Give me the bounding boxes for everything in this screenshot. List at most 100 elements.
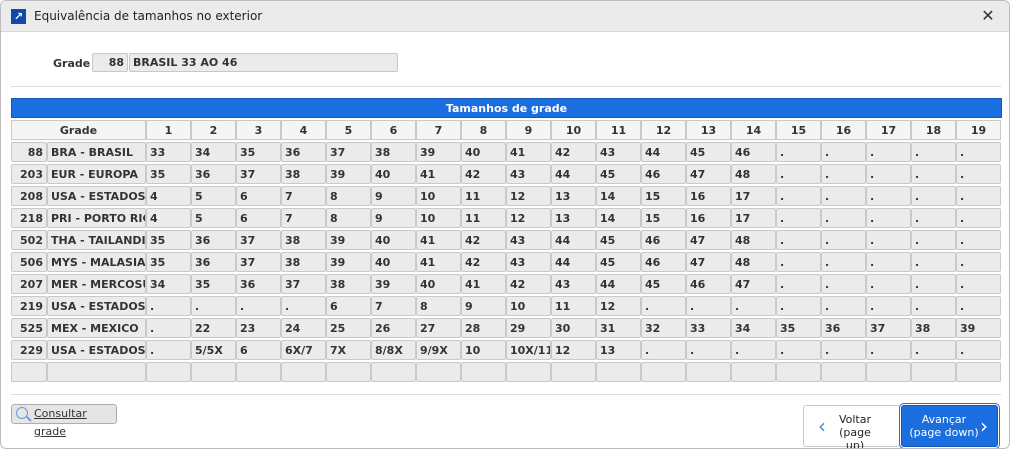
size-cell[interactable]: 7X [326,340,371,360]
row-code-cell[interactable]: 88 [11,142,47,162]
column-header-size[interactable]: 10 [551,120,596,140]
size-cell[interactable] [551,362,596,382]
row-name-cell[interactable]: PRI - PORTO RIC [47,208,146,228]
size-cell[interactable]: . [641,296,686,316]
size-cell[interactable]: 44 [551,252,596,272]
size-cell[interactable]: 48 [731,164,776,184]
size-cell[interactable]: 8/8X [371,340,416,360]
size-cell[interactable]: . [776,186,821,206]
size-cell[interactable]: 10 [416,186,461,206]
size-cell[interactable] [371,362,416,382]
size-cell[interactable]: . [776,230,821,250]
size-cell[interactable]: . [866,186,911,206]
size-cell[interactable]: . [236,296,281,316]
size-cell[interactable]: 36 [236,274,281,294]
column-header-size[interactable]: 1 [146,120,191,140]
size-cell[interactable]: 10 [416,208,461,228]
size-cell[interactable]: . [911,230,956,250]
column-header-size[interactable]: 11 [596,120,641,140]
size-cell[interactable]: . [191,296,236,316]
size-cell[interactable]: . [821,164,866,184]
size-cell[interactable]: 39 [326,164,371,184]
size-cell[interactable] [281,362,326,382]
size-cell[interactable]: . [821,230,866,250]
size-cell[interactable]: . [776,142,821,162]
size-cell[interactable]: 14 [596,186,641,206]
size-cell[interactable]: 40 [371,230,416,250]
size-cell[interactable]: 36 [821,318,866,338]
size-cell[interactable]: 17 [731,208,776,228]
size-cell[interactable]: 5 [191,208,236,228]
row-name-cell[interactable]: USA - ESTADOS U [47,340,146,360]
size-cell[interactable]: . [821,186,866,206]
size-cell[interactable]: . [776,296,821,316]
column-header-size[interactable]: 6 [371,120,416,140]
size-cell[interactable]: 40 [371,252,416,272]
size-cell[interactable]: 45 [641,274,686,294]
forward-button[interactable]: Avançar (page down) › [899,403,1000,448]
size-cell[interactable]: 5 [191,186,236,206]
size-cell[interactable]: 16 [686,186,731,206]
column-header-size[interactable]: 16 [821,120,866,140]
size-cell[interactable]: . [866,274,911,294]
size-cell[interactable]: 39 [371,274,416,294]
row-code-cell[interactable]: 229 [11,340,47,360]
size-cell[interactable]: 4 [146,208,191,228]
size-cell[interactable]: 7 [371,296,416,316]
size-cell[interactable]: 36 [191,252,236,272]
size-cell[interactable]: 5/5X [191,340,236,360]
size-cell[interactable]: 46 [641,252,686,272]
size-cell[interactable]: 46 [641,164,686,184]
size-cell[interactable] [326,362,371,382]
row-name-cell[interactable]: MYS - MALASIA [47,252,146,272]
size-cell[interactable]: . [911,208,956,228]
size-cell[interactable]: 34 [146,274,191,294]
size-cell[interactable] [686,362,731,382]
column-header-size[interactable]: 15 [776,120,821,140]
size-cell[interactable]: 33 [686,318,731,338]
size-cell[interactable]: . [866,340,911,360]
size-cell[interactable]: 25 [326,318,371,338]
column-header-size[interactable]: 3 [236,120,281,140]
size-cell[interactable]: . [731,340,776,360]
size-cell[interactable]: 8 [416,296,461,316]
size-cell[interactable]: 39 [956,318,1001,338]
size-cell[interactable]: 47 [686,252,731,272]
size-cell[interactable]: . [866,164,911,184]
row-code-cell[interactable]: 207 [11,274,47,294]
size-cell[interactable]: 48 [731,252,776,272]
size-cell[interactable] [731,362,776,382]
row-name-cell[interactable]: MER - MERCOSUL [47,274,146,294]
size-cell[interactable]: . [956,340,1001,360]
size-cell[interactable]: . [911,186,956,206]
column-header-size[interactable]: 14 [731,120,776,140]
size-cell[interactable]: . [956,164,1001,184]
row-code-cell[interactable]: 219 [11,296,47,316]
size-cell[interactable]: . [911,296,956,316]
size-cell[interactable]: 10X/11 [506,340,551,360]
size-cell[interactable]: 42 [461,164,506,184]
column-header-size[interactable]: 2 [191,120,236,140]
size-cell[interactable]: 45 [596,164,641,184]
size-cell[interactable] [506,362,551,382]
size-cell[interactable]: 17 [731,186,776,206]
size-cell[interactable]: . [956,274,1001,294]
size-cell[interactable]: 29 [506,318,551,338]
size-cell[interactable]: . [821,252,866,272]
size-cell[interactable]: 30 [551,318,596,338]
size-cell[interactable]: . [866,230,911,250]
size-cell[interactable]: 9 [371,186,416,206]
size-cell[interactable]: 11 [461,186,506,206]
size-cell[interactable]: 41 [416,252,461,272]
size-cell[interactable]: 42 [551,142,596,162]
size-cell[interactable]: . [911,340,956,360]
column-header-size[interactable]: 9 [506,120,551,140]
size-cell[interactable]: 6 [236,340,281,360]
size-cell[interactable]: . [866,142,911,162]
size-cell[interactable]: 38 [281,164,326,184]
size-cell[interactable]: 37 [236,252,281,272]
size-cell[interactable] [596,362,641,382]
size-cell[interactable]: 42 [461,230,506,250]
size-cell[interactable]: 7 [281,186,326,206]
column-header-size[interactable]: 13 [686,120,731,140]
